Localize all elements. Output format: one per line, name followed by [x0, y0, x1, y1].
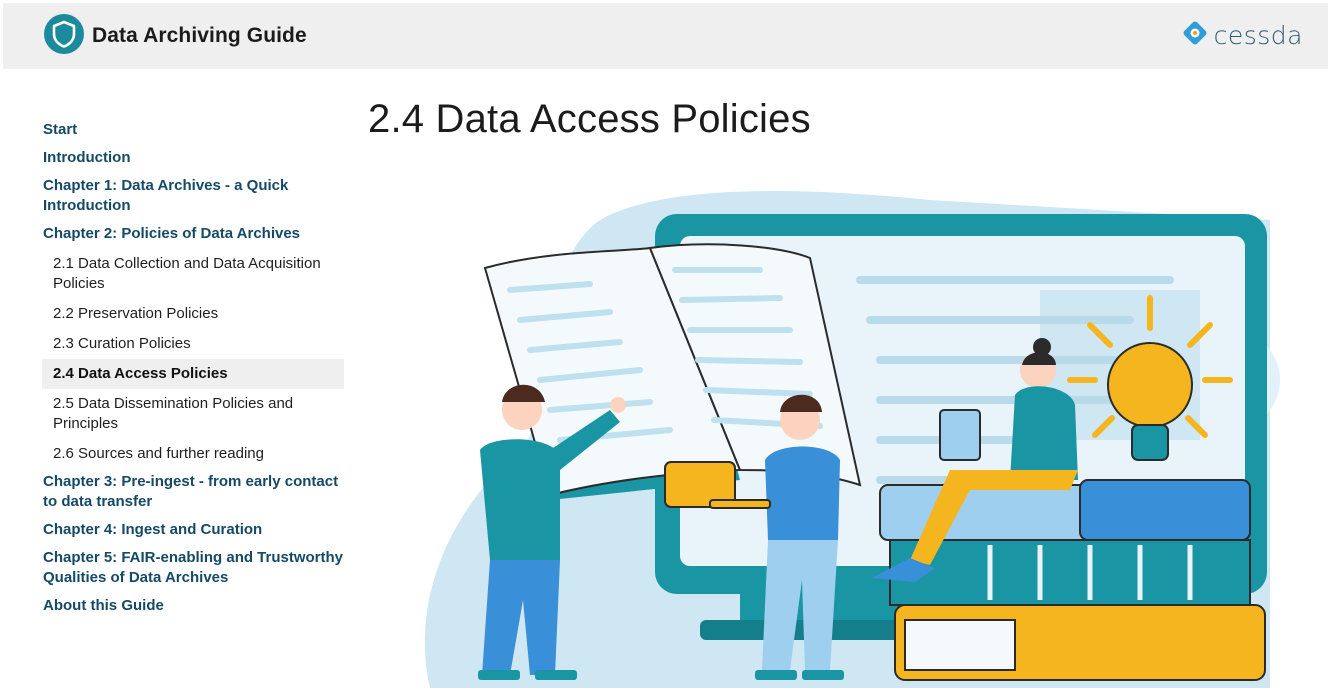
- nav-chapter-3[interactable]: Chapter 3: Pre-ingest - from early conta…: [42, 469, 344, 517]
- shield-logo-icon: [43, 13, 85, 60]
- nav-section-2-2[interactable]: 2.2 Preservation Policies: [42, 299, 344, 329]
- nav-section-2-1[interactable]: 2.1 Data Collection and Data Acquisition…: [42, 249, 344, 299]
- nav-section-2-3[interactable]: 2.3 Curation Policies: [42, 329, 344, 359]
- nav-introduction[interactable]: Introduction: [42, 145, 344, 173]
- top-bar: Data Archiving Guide cessda: [3, 3, 1328, 69]
- table-of-contents: Start Introduction Chapter 1: Data Archi…: [42, 117, 344, 621]
- nav-chapter-4[interactable]: Chapter 4: Ingest and Curation: [42, 517, 344, 545]
- cessda-diamond-icon: [1182, 20, 1208, 51]
- cessda-logo-text: cessda: [1213, 21, 1303, 50]
- nav-section-2-5[interactable]: 2.5 Data Dissemination Policies and Prin…: [42, 389, 344, 439]
- site-title: Data Archiving Guide: [92, 24, 307, 47]
- cessda-logo[interactable]: cessda: [1182, 20, 1303, 51]
- people-reading-books-illustration: [410, 180, 1310, 688]
- nav-chapter-1[interactable]: Chapter 1: Data Archives - a Quick Intro…: [42, 173, 344, 221]
- nav-section-2-4-active[interactable]: 2.4 Data Access Policies: [42, 359, 344, 389]
- page-title: 2.4 Data Access Policies: [368, 97, 811, 141]
- nav-section-2-6[interactable]: 2.6 Sources and further reading: [42, 439, 344, 469]
- nav-start[interactable]: Start: [42, 117, 344, 145]
- home-link[interactable]: Data Archiving Guide: [43, 13, 307, 60]
- nav-about[interactable]: About this Guide: [42, 593, 344, 621]
- nav-chapter-5[interactable]: Chapter 5: FAIR-enabling and Trustworthy…: [42, 545, 344, 593]
- nav-chapter-2[interactable]: Chapter 2: Policies of Data Archives: [42, 221, 344, 249]
